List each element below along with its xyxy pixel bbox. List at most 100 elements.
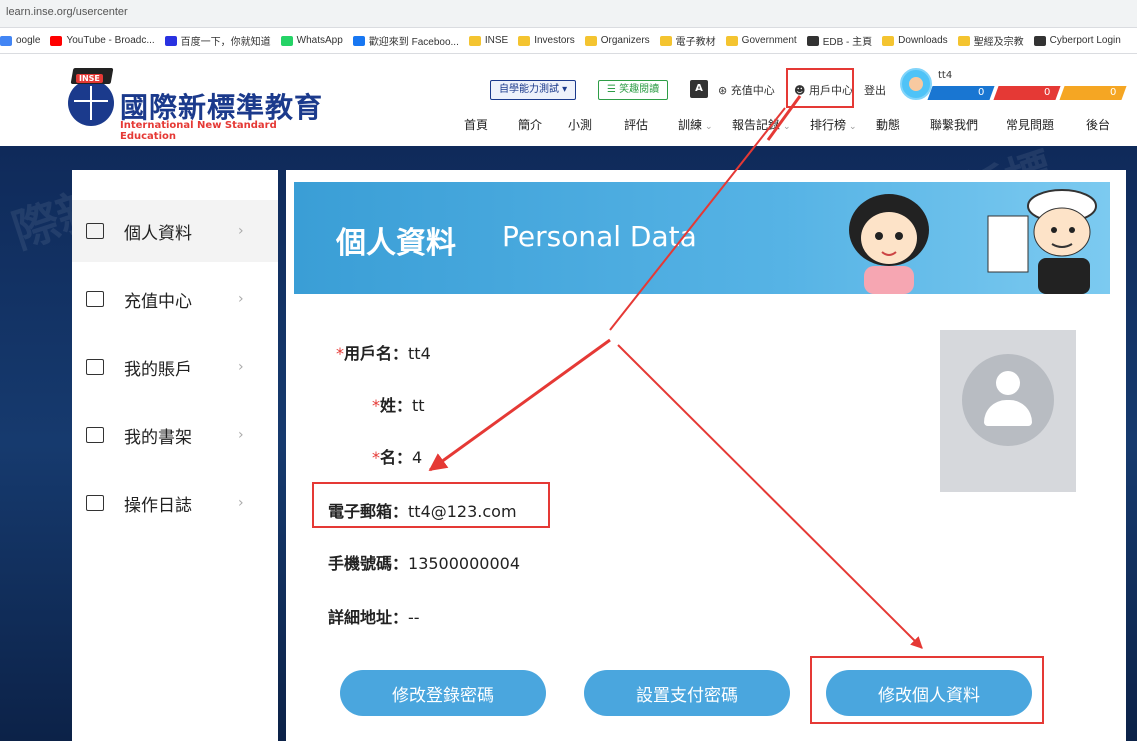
- nav-item[interactable]: 評估: [624, 116, 648, 133]
- bookmark-icon: [352, 35, 365, 46]
- banner: 個人資料 Personal Data: [294, 182, 1110, 294]
- url-text[interactable]: learn.inse.org/usercenter: [6, 6, 128, 18]
- nav-label: 首頁: [464, 118, 489, 132]
- bookmark-item[interactable]: 百度一下，你就知道: [164, 33, 271, 48]
- bookmark-item[interactable]: Investors: [518, 35, 575, 46]
- bookmark-item[interactable]: EDB - 主頁: [806, 33, 872, 48]
- nav-item[interactable]: 報告記錄 ⌄: [732, 116, 791, 133]
- bookmark-icon: [584, 35, 597, 46]
- annotation-box-user-center: [786, 68, 854, 108]
- phone-label: 手機號碼：: [328, 554, 409, 573]
- sidebar-item[interactable]: 我的書架 ›: [72, 404, 278, 466]
- id-card-icon: [86, 223, 104, 239]
- annotation-box-edit-profile: [810, 656, 1044, 724]
- chevron-right-icon: ›: [238, 359, 244, 375]
- bookmark-item[interactable]: YouTube - Broadc...: [50, 35, 155, 46]
- logout-link[interactable]: 登出: [864, 82, 886, 98]
- chevron-down-icon: ⌄: [849, 122, 857, 132]
- nav-label: 後台: [1086, 118, 1111, 132]
- bookmark-item[interactable]: Cyberport Login: [1033, 35, 1121, 46]
- nav-item[interactable]: 首頁: [464, 116, 488, 133]
- address-value: --: [408, 608, 420, 627]
- gold-count: 0: [1059, 86, 1127, 100]
- font-size-icon[interactable]: A: [690, 80, 708, 98]
- sidebar-item-label: 操作日誌: [124, 495, 192, 516]
- nav-label: 排行榜: [810, 118, 847, 132]
- nav-label: 小測: [568, 118, 593, 132]
- calendar-icon: [86, 495, 104, 511]
- surname-value: tt: [412, 396, 425, 415]
- nav-item[interactable]: 訓練 ⌄: [678, 116, 713, 133]
- logo-badge: INSE: [76, 74, 103, 83]
- chevron-right-icon: ›: [238, 291, 244, 307]
- nav-item[interactable]: 排行榜 ⌄: [810, 116, 857, 133]
- annotation-box-email: [312, 482, 550, 528]
- username: tt4: [938, 70, 953, 81]
- stats-bar: 0 0 0: [927, 86, 1127, 100]
- phone-value: 13500000004: [408, 554, 520, 573]
- nav-label: 報告記錄: [732, 118, 781, 132]
- sidebar-item[interactable]: 我的賬戶 ›: [72, 336, 278, 398]
- bookmark-item[interactable]: Government: [725, 35, 797, 46]
- sidebar-item[interactable]: 操作日誌 ›: [72, 472, 278, 534]
- sidebar-item-label: 我的賬戶: [124, 359, 192, 380]
- nav-item[interactable]: 小測: [568, 116, 592, 133]
- bookmark-label: Downloads: [898, 35, 948, 46]
- bookmark-label: Government: [741, 35, 797, 46]
- bookmark-icon: [280, 35, 293, 46]
- nav-item[interactable]: 常見問題: [1006, 116, 1054, 133]
- bookmark-icon: [882, 35, 895, 46]
- site-header: INSE 國際新標準教育 International New Standard …: [0, 54, 1137, 146]
- bookmark-icon: [468, 35, 481, 46]
- logo[interactable]: INSE 國際新標準教育 International New Standard …: [68, 68, 328, 142]
- wallet-icon: [86, 359, 104, 375]
- self-test-select[interactable]: 自學能力測試 ▾: [490, 80, 577, 100]
- bookmark-item[interactable]: Downloads: [882, 35, 948, 46]
- profile-photo[interactable]: [940, 330, 1076, 492]
- recharge-label: 充值中心: [730, 84, 775, 97]
- chevron-right-icon: ›: [238, 495, 244, 511]
- nav-item[interactable]: 簡介: [518, 116, 542, 133]
- bookmark-item[interactable]: 歡迎來到 Faceboo...: [352, 33, 459, 48]
- bookmark-icon: [806, 35, 819, 46]
- address-field: 詳細地址：--: [328, 604, 420, 628]
- set-payment-password-button[interactable]: 設置支付密碼: [584, 670, 790, 716]
- sidebar-item[interactable]: 充值中心 ›: [72, 268, 278, 330]
- nav-item[interactable]: 動態: [876, 116, 900, 133]
- bookmark-icon: [50, 35, 63, 46]
- bookmark-icon: [0, 35, 12, 46]
- change-login-password-button[interactable]: 修改登錄密碼: [340, 670, 546, 716]
- bookmark-item[interactable]: WhatsApp: [280, 35, 343, 46]
- bookmark-item[interactable]: Organizers: [584, 35, 650, 46]
- nav-label: 常見問題: [1006, 118, 1055, 132]
- nav-item[interactable]: 聯繫我們: [930, 116, 978, 133]
- coin-icon: ⊛: [718, 84, 731, 97]
- bookmark-label: INSE: [484, 35, 509, 46]
- bookmark-label: YouTube - Broadc...: [66, 35, 155, 46]
- bookmark-label: Investors: [534, 35, 575, 46]
- bookmark-item[interactable]: 電子教材: [659, 33, 716, 48]
- bookmark-item[interactable]: INSE: [468, 35, 509, 46]
- avatar[interactable]: [900, 68, 932, 100]
- nav-label: 聯繫我們: [930, 118, 979, 132]
- sidebar-item-label: 我的書架: [124, 427, 192, 448]
- bookmark-item[interactable]: 聖經及宗教: [957, 33, 1024, 48]
- globe-icon: [68, 80, 114, 126]
- given-name-label: 名：: [380, 448, 413, 467]
- sidebar-item-label: 充值中心: [124, 291, 192, 312]
- bookmark-icon: [518, 35, 531, 46]
- address-bar[interactable]: learn.inse.org/usercenter: [0, 0, 1137, 28]
- banner-title: 個人資料: [336, 226, 456, 261]
- bookmark-item[interactable]: oogle: [0, 35, 40, 46]
- phone-field: 手機號碼：13500000004: [328, 550, 520, 574]
- sidebar-item[interactable]: 個人資料 ›: [72, 200, 278, 262]
- ruby-count: 0: [993, 86, 1061, 100]
- nav-item[interactable]: 後台: [1086, 116, 1110, 133]
- recharge-link[interactable]: ⊛ 充值中心: [718, 82, 775, 98]
- surname-label: 姓：: [380, 396, 413, 415]
- fun-reading-button[interactable]: ☰ 笑趣閱讀: [598, 80, 669, 100]
- bookmark-label: Organizers: [600, 35, 650, 46]
- bookshelf-icon: [86, 427, 104, 443]
- bookmark-label: WhatsApp: [296, 35, 343, 46]
- given-name-value: 4: [412, 448, 423, 467]
